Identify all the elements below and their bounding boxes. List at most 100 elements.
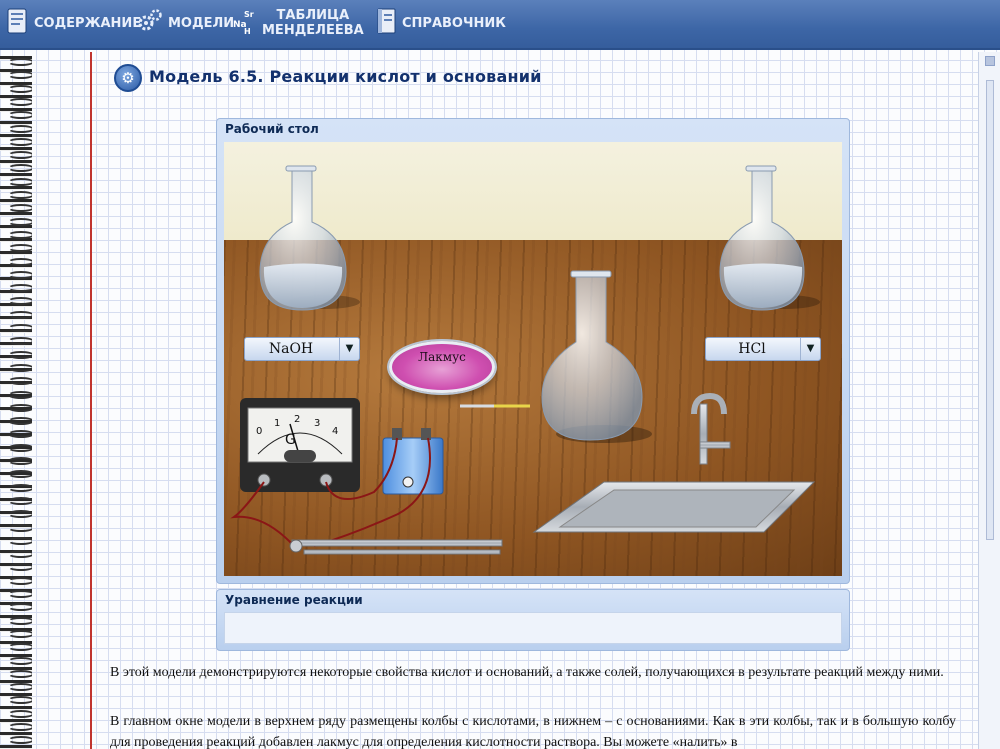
gears-icon	[136, 7, 164, 39]
notebook-margin-line	[90, 52, 92, 749]
chevron-down-icon[interactable]: ▼	[339, 338, 359, 360]
spiral-ring	[8, 71, 34, 80]
spiral-ring	[8, 257, 34, 266]
spiral-ring	[8, 603, 34, 612]
spiral-ring	[8, 124, 34, 133]
nav-contents-label: СОДЕРЖАНИЕ	[34, 15, 142, 31]
description-paragraph-2: В главном окне модели в верхнем ряду раз…	[110, 714, 956, 749]
spiral-ring	[8, 563, 34, 572]
description-paragraph-1: В этой модели демонстрируются некоторые …	[110, 665, 944, 680]
nav-periodic-table-label: ТАБЛИЦА МЕНДЕЛЕЕВА	[262, 8, 364, 38]
spiral-ring	[8, 84, 34, 93]
base-select[interactable]: NaOH ▼	[244, 337, 360, 361]
spiral-ring	[8, 58, 34, 66]
svg-text:Sr: Sr	[244, 10, 254, 19]
reaction-flask[interactable]	[541, 270, 652, 443]
chevron-down-icon[interactable]: ▼	[800, 338, 820, 360]
base-select-value: NaOH	[268, 341, 314, 357]
litmus-dish[interactable]: Лакмус	[389, 341, 495, 393]
spiral-ring	[8, 97, 34, 106]
spiral-ring	[8, 377, 34, 386]
base-flask[interactable]	[259, 165, 360, 311]
spiral-ring	[8, 337, 34, 346]
book-icon	[6, 6, 30, 40]
nav-periodic-table-button[interactable]: Sr Na H ТАБЛИЦА МЕНДЕЛЕЕВА	[232, 0, 364, 46]
spiral-ring	[8, 616, 34, 625]
nav-models-button[interactable]: МОДЕЛИ	[136, 0, 234, 46]
spiral-ring	[8, 204, 34, 213]
spiral-ring	[8, 164, 34, 173]
notebook-spiral	[0, 52, 40, 749]
spiral-ring	[8, 230, 34, 239]
nav-contents-button[interactable]: СОДЕРЖАНИЕ	[6, 0, 141, 46]
spiral-ring	[8, 151, 34, 160]
spiral-ring	[8, 576, 34, 585]
nav-table-line1: ТАБЛИЦА	[276, 8, 350, 23]
spiral-ring	[8, 363, 34, 372]
page-title: Модель 6.5. Реакции кислот и оснований	[149, 67, 542, 86]
spiral-ring	[8, 284, 34, 293]
nav-reference-label: СПРАВОЧНИК	[402, 15, 506, 31]
spiral-ring	[8, 683, 34, 692]
spiral-ring	[8, 430, 34, 439]
equation-output	[224, 612, 842, 644]
spiral-ring	[8, 656, 34, 665]
sink[interactable]	[532, 481, 816, 533]
spiral-ring	[8, 417, 34, 426]
electrodes[interactable]	[289, 539, 503, 555]
scrollbar-thumb[interactable]	[986, 80, 994, 540]
svg-text:H: H	[244, 27, 251, 36]
spiral-ring	[8, 390, 34, 399]
spiral-ring	[8, 496, 34, 505]
spiral-ring	[8, 297, 34, 306]
spiral-ring	[8, 470, 34, 479]
spiral-ring	[8, 177, 34, 186]
equation-title: Уравнение реакции	[225, 593, 363, 607]
spiral-ring	[8, 643, 34, 652]
spiral-ring	[8, 244, 34, 253]
spiral-ring	[8, 270, 34, 279]
spiral-ring	[8, 590, 34, 598]
scale-tick-label: 0	[256, 426, 263, 437]
scale-tick-label: 1	[274, 418, 281, 429]
acid-select-value: HCl	[738, 341, 766, 357]
spiral-ring	[8, 536, 34, 545]
scale-tick-label: 2	[294, 414, 301, 425]
spiral-ring	[8, 736, 34, 745]
spiral-ring	[8, 137, 34, 146]
spiral-ring	[8, 324, 34, 332]
scale-tick-label: 3	[314, 418, 321, 429]
galvanometer	[240, 398, 360, 492]
spiral-ring	[8, 723, 34, 731]
litmus-label: Лакмус	[418, 350, 466, 364]
galvanometer-label: G	[285, 432, 296, 448]
spiral-ring	[8, 696, 34, 705]
scale-tick-label: 4	[332, 426, 339, 437]
spiral-ring	[8, 310, 34, 319]
spiral-ring	[8, 510, 34, 519]
spiral-ring	[8, 217, 34, 226]
acid-select[interactable]: HCl ▼	[705, 337, 821, 361]
nav-table-line2: МЕНДЕЛЕЕВА	[262, 23, 364, 38]
periodic-elements-icon: Sr Na H	[232, 6, 258, 40]
model-gear-icon: ⚙	[114, 64, 142, 92]
acid-flask[interactable]	[719, 165, 820, 311]
spiral-ring	[8, 550, 34, 559]
spiral-ring	[8, 709, 34, 718]
spiral-ring	[8, 483, 34, 492]
scroll-up-arrow-icon[interactable]	[985, 56, 995, 66]
spiral-ring	[8, 443, 34, 452]
spiral-ring	[8, 457, 34, 465]
spiral-ring	[8, 403, 34, 412]
water-faucet[interactable]	[691, 392, 731, 465]
workbench-title: Рабочий стол	[225, 122, 319, 136]
spiral-ring	[8, 350, 34, 359]
spiral-ring	[8, 523, 34, 532]
reference-book-icon	[376, 6, 398, 40]
nav-models-label: МОДЕЛИ	[168, 15, 235, 31]
spiral-ring	[8, 191, 34, 199]
spiral-ring	[8, 669, 34, 678]
spiral-ring	[8, 111, 34, 120]
nav-reference-button[interactable]: СПРАВОЧНИК	[376, 0, 506, 46]
spiral-ring	[8, 629, 34, 638]
